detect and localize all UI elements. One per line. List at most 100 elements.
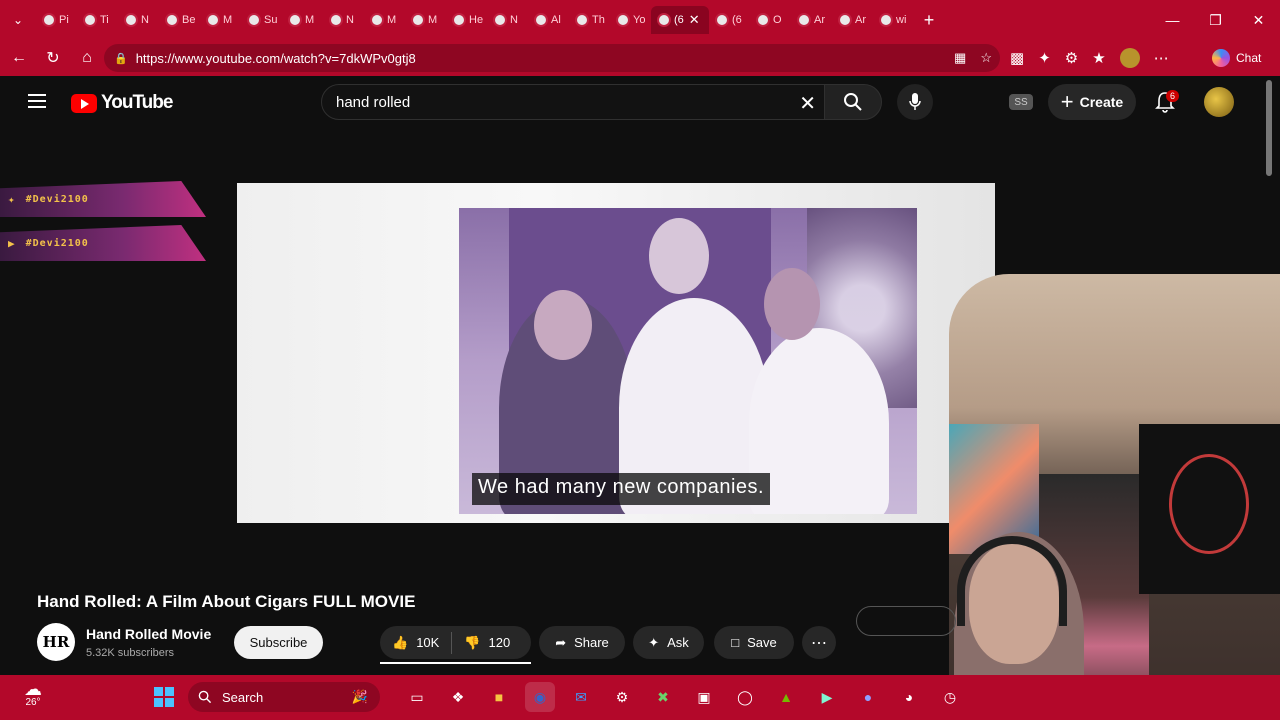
taskbar-search-label: Search — [222, 689, 264, 705]
browser-tab[interactable]: Ar — [791, 6, 832, 34]
tab-label: Ar — [814, 14, 825, 26]
browser-tab[interactable]: O — [750, 6, 791, 34]
copilot-app-icon[interactable]: ❖ — [443, 682, 473, 712]
back-button[interactable]: ← — [2, 41, 36, 75]
more-options-icon[interactable]: ⋯ — [1154, 49, 1169, 67]
tab-label: N — [141, 14, 149, 26]
new-tab-button[interactable]: + — [914, 10, 944, 31]
browser-tab[interactable]: N — [118, 6, 159, 34]
browser-tab[interactable]: N — [487, 6, 528, 34]
steam-icon[interactable]: ◯ — [730, 682, 760, 712]
obs-icon[interactable]: ◕ — [894, 682, 924, 712]
share-icon: ➦ — [555, 634, 567, 650]
browser-tab[interactable]: (6 — [709, 6, 750, 34]
minimize-button[interactable]: — — [1151, 0, 1194, 40]
save-button[interactable]: □ Save — [714, 626, 794, 659]
nvidia-icon[interactable]: ▲ — [771, 682, 801, 712]
tab-favicon-icon — [493, 13, 507, 27]
share-button[interactable]: ➦ Share — [539, 626, 625, 659]
channel-name[interactable]: Hand Rolled Movie — [86, 626, 211, 642]
notifications-button[interactable]: 6 — [1150, 88, 1180, 116]
task-view-icon[interactable]: ▭ — [402, 682, 432, 712]
clear-search-icon[interactable]: ✕ — [799, 91, 816, 116]
browser-tab[interactable]: Be — [159, 6, 200, 34]
page-scrollbar[interactable] — [1266, 80, 1272, 176]
ss-badge[interactable]: SS — [1009, 94, 1033, 110]
extension-icon[interactable]: ▩ — [1010, 49, 1024, 67]
browser-tab[interactable]: (6 ✕ — [651, 6, 709, 34]
favorite-star-icon[interactable]: ☆ — [980, 50, 992, 66]
browser-tab[interactable]: M — [364, 6, 405, 34]
favorites-icon[interactable]: ★ — [1092, 49, 1105, 67]
browser-tab[interactable]: Ti — [77, 6, 118, 34]
more-actions-button[interactable]: ⋯ — [802, 626, 836, 659]
tab-label: M — [428, 14, 438, 26]
browser-tab[interactable]: Su — [241, 6, 282, 34]
tab-favicon-icon — [247, 13, 261, 27]
youtube-logo[interactable]: YouTube — [71, 92, 173, 114]
copilot-icon — [1212, 49, 1230, 67]
url-field[interactable]: 🔒 https://www.youtube.com/watch?v=7dkWPv… — [104, 44, 1000, 72]
file-explorer-icon[interactable]: ■ — [484, 682, 514, 712]
video-caption: We had many new companies. — [472, 473, 771, 505]
taskbar-search[interactable]: Search 🎉 — [188, 682, 380, 712]
browser-tab[interactable]: M — [200, 6, 241, 34]
tab-favicon-icon — [575, 13, 589, 27]
start-button[interactable] — [154, 687, 174, 707]
like-progress-underline — [380, 662, 531, 664]
browser-tab[interactable]: wi — [873, 6, 914, 34]
voice-search-button[interactable] — [897, 84, 933, 120]
create-button[interactable]: + Create — [1048, 84, 1136, 120]
browser-tab[interactable]: M — [282, 6, 323, 34]
video-frame-photo — [459, 208, 917, 514]
refresh-button[interactable]: ↻ — [36, 41, 70, 75]
youtube-header: YouTube hand rolled ✕ SS + Create 6 — [0, 76, 1280, 128]
weather-widget[interactable]: ☁ 26° — [18, 680, 48, 711]
url-actions: ▦ ☆ — [954, 50, 992, 66]
outlook-icon[interactable]: ✉ — [566, 682, 596, 712]
browser-tab[interactable]: M — [405, 6, 446, 34]
browser-tab[interactable]: Ar — [832, 6, 873, 34]
search-button[interactable] — [824, 84, 882, 120]
discord-icon[interactable]: ● — [853, 682, 883, 712]
profile-avatar[interactable] — [1119, 48, 1140, 68]
close-window-button[interactable]: ✕ — [1237, 0, 1280, 40]
like-button[interactable]: 👍 10K — [380, 626, 451, 659]
social-handle-banner: ▶ #Devi2100 — [0, 225, 206, 261]
browser-essentials-icon[interactable]: ⚙ — [1065, 49, 1078, 67]
plus-icon: + — [1060, 89, 1074, 114]
dislike-button[interactable]: 👎 120 — [452, 626, 522, 659]
tab-favicon-icon — [657, 13, 671, 27]
copilot-chat-button[interactable]: Chat — [1212, 46, 1261, 70]
youtube-play-icon — [71, 93, 97, 113]
xbox-icon[interactable]: ✖ — [648, 682, 678, 712]
ask-button[interactable]: ✦ Ask — [633, 626, 704, 659]
subscribe-button[interactable]: Subscribe — [234, 626, 323, 659]
edge-browser-icon[interactable]: ◉ — [525, 682, 555, 712]
tab-strip: Pi Ti N Be M Su M N M M He N Al Th Yo (6 ✕ (6 O Ar Ar wi — [36, 6, 914, 34]
app-available-icon[interactable]: ▦ — [954, 50, 966, 66]
channel-avatar[interactable]: HR — [37, 623, 75, 661]
epic-games-icon[interactable]: ▣ — [689, 682, 719, 712]
browser-tab[interactable]: Th — [569, 6, 610, 34]
speedometer-icon[interactable]: ◷ — [935, 682, 965, 712]
search-input[interactable]: hand rolled ✕ — [321, 84, 825, 120]
tab-favicon-icon — [838, 13, 852, 27]
browser-tab[interactable]: Yo — [610, 6, 651, 34]
streamlabs-icon[interactable]: ▶ — [812, 682, 842, 712]
browser-tab[interactable]: N — [323, 6, 364, 34]
maximize-button[interactable]: ❐ — [1194, 0, 1237, 40]
browser-tab[interactable]: Pi — [36, 6, 77, 34]
browser-tab[interactable]: He — [446, 6, 487, 34]
menu-icon[interactable] — [28, 94, 46, 108]
close-tab-icon[interactable]: ✕ — [689, 12, 700, 28]
thumbs-up-icon: 👍 — [392, 634, 409, 650]
account-avatar[interactable] — [1204, 87, 1234, 117]
tab-label: M — [305, 14, 315, 26]
sidebar-chip[interactable] — [856, 606, 956, 636]
extensions-puzzle-icon[interactable]: ✦ — [1038, 49, 1051, 67]
browser-tab[interactable]: Al — [528, 6, 569, 34]
settings-icon[interactable]: ⚙ — [607, 682, 637, 712]
tab-actions-menu[interactable]: ⌄ — [0, 0, 36, 40]
home-button[interactable]: ⌂ — [70, 41, 104, 75]
